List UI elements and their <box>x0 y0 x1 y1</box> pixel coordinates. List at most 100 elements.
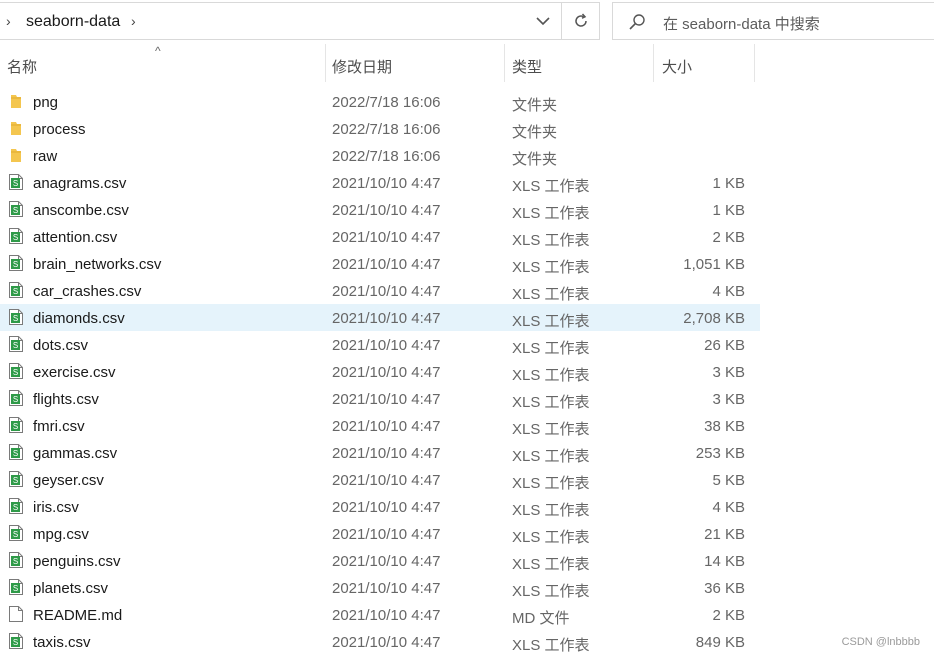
file-date-modified: 2022/7/18 16:06 <box>332 121 441 138</box>
svg-text:S: S <box>13 584 18 593</box>
svg-text:S: S <box>13 503 18 512</box>
column-header-date[interactable]: 修改日期 <box>326 44 504 84</box>
file-name: attention.csv <box>33 229 118 246</box>
svg-text:S: S <box>13 395 18 404</box>
file-row[interactable]: Sanscombe.csv 2021/10/10 4:47 XLS 工作表 1 KB <box>0 196 760 223</box>
column-header-size[interactable]: 大小 <box>654 44 754 84</box>
file-row[interactable]: Splanets.csv 2021/10/10 4:47 XLS 工作表 36 KB <box>0 574 760 601</box>
file-date-modified: 2021/10/10 4:47 <box>332 283 441 300</box>
file-size: 3 KB <box>712 391 745 408</box>
file-name: penguins.csv <box>33 553 121 570</box>
file-name: anscombe.csv <box>33 202 129 219</box>
column-header-date-label: 修改日期 <box>332 59 393 76</box>
file-date-modified: 2021/10/10 4:47 <box>332 364 441 381</box>
spreadsheet-icon: S <box>8 551 24 569</box>
file-name: README.md <box>33 607 123 624</box>
file-size: 849 KB <box>695 634 745 651</box>
file-row[interactable]: Sanagrams.csv 2021/10/10 4:47 XLS 工作表 1 KB <box>0 169 760 196</box>
file-name: brain_networks.csv <box>33 256 162 273</box>
file-name: mpg.csv <box>33 526 89 543</box>
column-divider[interactable] <box>754 44 755 82</box>
file-row[interactable]: Sdots.csv 2021/10/10 4:47 XLS 工作表 26 KB <box>0 331 760 358</box>
file-type: XLS 工作表 <box>512 556 590 573</box>
svg-text:S: S <box>13 422 18 431</box>
folder-icon <box>8 119 24 137</box>
spreadsheet-icon: S <box>8 524 24 542</box>
file-row[interactable]: Smpg.csv 2021/10/10 4:47 XLS 工作表 21 KB <box>0 520 760 547</box>
file-row[interactable]: Sexercise.csv 2021/10/10 4:47 XLS 工作表 3 KB <box>0 358 760 385</box>
svg-text:S: S <box>13 476 18 485</box>
spreadsheet-icon: S <box>8 227 24 245</box>
file-type: XLS 工作表 <box>512 637 590 654</box>
file-type: XLS 工作表 <box>512 394 590 411</box>
refresh-button[interactable] <box>562 2 600 40</box>
file-date-modified: 2021/10/10 4:47 <box>332 553 441 570</box>
spreadsheet-icon: S <box>8 497 24 515</box>
file-row[interactable]: Scar_crashes.csv 2021/10/10 4:47 XLS 工作表 4 … <box>0 277 760 304</box>
file-size: 2 KB <box>712 229 745 246</box>
file-row[interactable]: Sdiamonds.csv 2021/10/10 4:47 XLS 工作表 2,708… <box>0 304 760 331</box>
file-size: 3 KB <box>712 364 745 381</box>
file-date-modified: 2021/10/10 4:47 <box>332 175 441 192</box>
search-placeholder[interactable]: 在 seaborn-data 中搜索 <box>663 13 820 34</box>
file-name: raw <box>33 148 58 165</box>
file-row[interactable]: Sgammas.csv 2021/10/10 4:47 XLS 工作表 253 KB <box>0 439 760 466</box>
file-row[interactable]: Sfmri.csv 2021/10/10 4:47 XLS 工作表 38 KB <box>0 412 760 439</box>
svg-text:S: S <box>13 557 18 566</box>
file-row[interactable]: README.md 2021/10/10 4:47 MD 文件 2 KB <box>0 601 760 628</box>
file-name: planets.csv <box>33 580 109 597</box>
file-row[interactable]: Spenguins.csv 2021/10/10 4:47 XLS 工作表 14 KB <box>0 547 760 574</box>
column-header-type[interactable]: 类型 <box>505 44 653 84</box>
file-date-modified: 2021/10/10 4:47 <box>332 607 441 624</box>
column-header-name-label: 名称 <box>7 59 38 76</box>
file-type: XLS 工作表 <box>512 583 590 600</box>
watermark: CSDN @lnbbbb <box>841 636 920 648</box>
file-type: XLS 工作表 <box>512 205 590 222</box>
file-type: MD 文件 <box>512 610 570 627</box>
search-box[interactable]: 在 seaborn-data 中搜索 <box>612 2 934 40</box>
file-date-modified: 2021/10/10 4:47 <box>332 202 441 219</box>
breadcrumb-chevron-icon[interactable]: › <box>131 13 136 29</box>
file-size: 2 KB <box>712 607 745 624</box>
chevron-right-icon[interactable]: › <box>6 13 11 29</box>
file-date-modified: 2021/10/10 4:47 <box>332 310 441 327</box>
file-explorer-window: › seaborn-data › 在 seaborn-data 中搜索 ^ 名称… <box>0 0 934 656</box>
file-size: 1 KB <box>712 175 745 192</box>
file-type: XLS 工作表 <box>512 340 590 357</box>
file-size: 2,708 KB <box>683 310 745 327</box>
svg-text:S: S <box>13 638 18 647</box>
file-row[interactable]: raw 2022/7/18 16:06 文件夹 <box>0 142 760 169</box>
svg-text:S: S <box>13 449 18 458</box>
file-row[interactable]: png 2022/7/18 16:06 文件夹 <box>0 88 760 115</box>
breadcrumb-current-folder[interactable]: seaborn-data <box>26 13 120 31</box>
file-type: XLS 工作表 <box>512 475 590 492</box>
file-date-modified: 2021/10/10 4:47 <box>332 445 441 462</box>
folder-icon <box>8 146 24 164</box>
address-bar[interactable]: › seaborn-data › <box>0 2 562 40</box>
spreadsheet-icon: S <box>8 416 24 434</box>
spreadsheet-icon: S <box>8 470 24 488</box>
file-row[interactable]: Siris.csv 2021/10/10 4:47 XLS 工作表 4 KB <box>0 493 760 520</box>
spreadsheet-icon: S <box>8 389 24 407</box>
file-name: fmri.csv <box>33 418 85 435</box>
file-size: 4 KB <box>712 499 745 516</box>
column-header-name[interactable]: 名称 <box>0 44 325 84</box>
file-date-modified: 2022/7/18 16:06 <box>332 148 441 165</box>
file-row[interactable]: Sbrain_networks.csv 2021/10/10 4:47 XLS 工作… <box>0 250 760 277</box>
file-row[interactable]: process 2022/7/18 16:06 文件夹 <box>0 115 760 142</box>
address-dropdown-button[interactable] <box>525 3 561 39</box>
file-date-modified: 2021/10/10 4:47 <box>332 526 441 543</box>
spreadsheet-icon: S <box>8 632 24 650</box>
file-row[interactable]: Sattention.csv 2021/10/10 4:47 XLS 工作表 2 KB <box>0 223 760 250</box>
folder-icon <box>8 92 24 110</box>
file-name: gammas.csv <box>33 445 118 462</box>
file-row[interactable]: Sflights.csv 2021/10/10 4:47 XLS 工作表 3 KB <box>0 385 760 412</box>
file-size: 26 KB <box>704 337 745 354</box>
file-name: taxis.csv <box>33 634 91 651</box>
refresh-icon <box>574 13 587 27</box>
file-row[interactable]: Sgeyser.csv 2021/10/10 4:47 XLS 工作表 5 KB <box>0 466 760 493</box>
top-bar: › seaborn-data › 在 seaborn-data 中搜索 <box>0 0 934 42</box>
file-row[interactable]: Staxis.csv 2021/10/10 4:47 XLS 工作表 849 KB <box>0 628 760 655</box>
column-header-size-label: 大小 <box>662 59 693 76</box>
file-date-modified: 2021/10/10 4:47 <box>332 499 441 516</box>
